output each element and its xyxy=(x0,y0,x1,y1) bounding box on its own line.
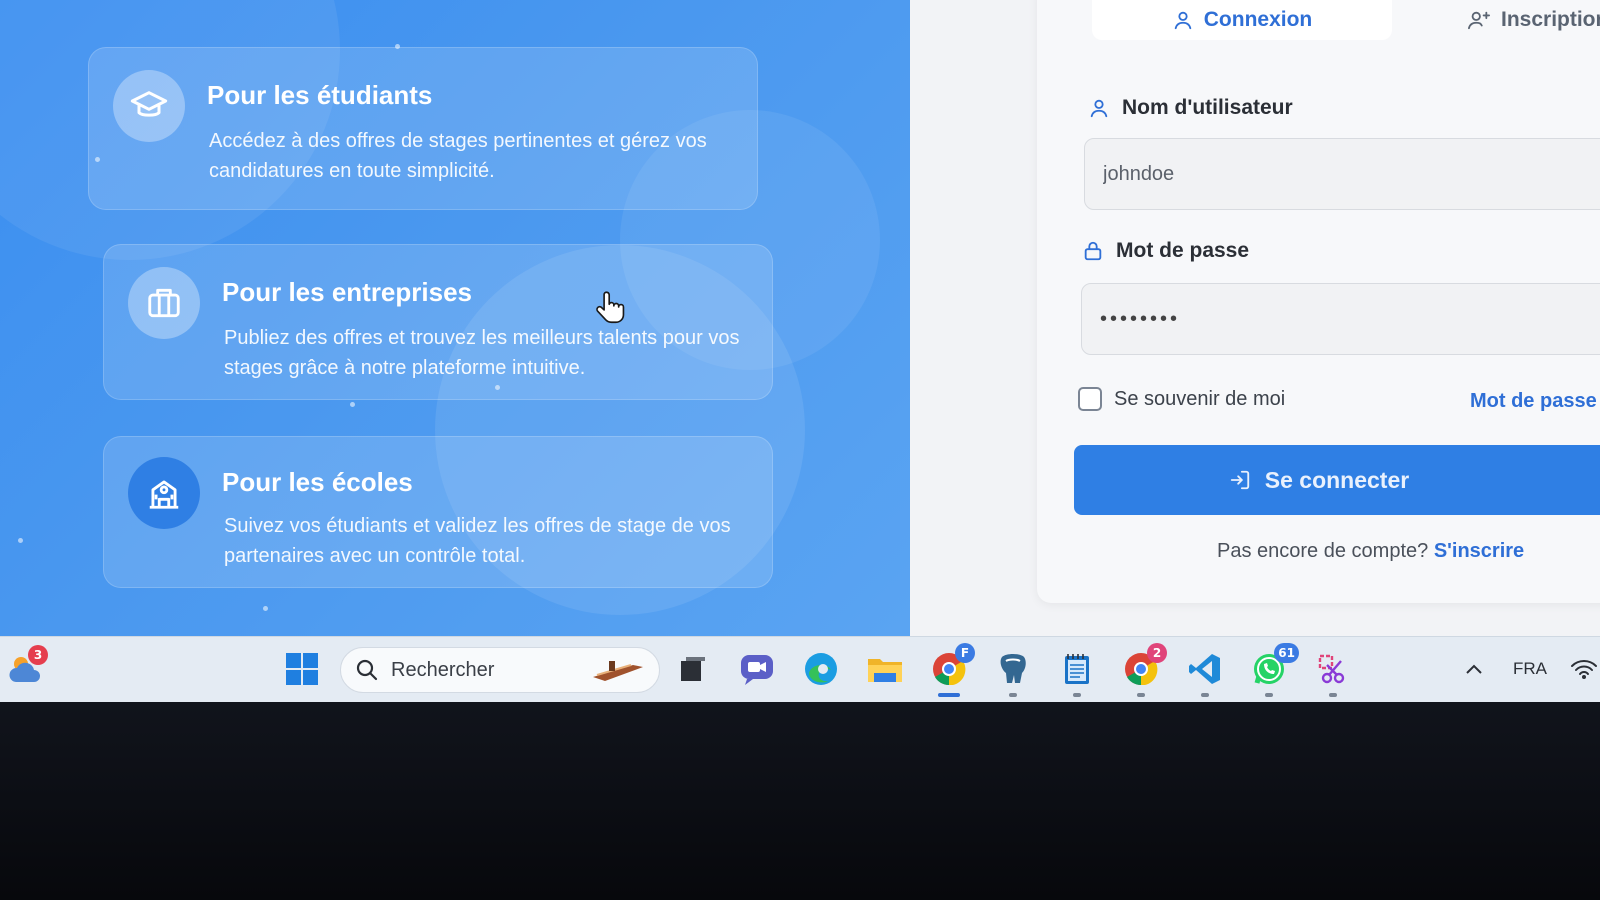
taskbar-search[interactable]: Rechercher xyxy=(340,647,660,693)
lock-icon xyxy=(1084,241,1102,261)
taskbar: 3 Rechercher F 2 61 FRA xyxy=(0,636,1600,702)
briefcase-icon xyxy=(148,288,180,318)
feature-icon-wrap xyxy=(113,70,185,142)
feature-title: Pour les entreprises xyxy=(222,277,472,307)
remember-checkbox[interactable] xyxy=(1078,387,1102,411)
task-view-icon xyxy=(681,657,705,681)
tray-wifi[interactable] xyxy=(1560,645,1600,693)
no-account-text: Pas encore de compte? xyxy=(1217,540,1429,562)
taskbar-app-vscode[interactable] xyxy=(1181,645,1229,697)
auth-panel: Connexion Inscription Nom d'utilisateur … xyxy=(1037,0,1600,603)
taskbar-app-notepad[interactable] xyxy=(1053,645,1101,697)
feature-title: Pour les étudiants xyxy=(207,80,433,110)
decor-dot xyxy=(350,402,355,407)
feature-card-students: Pour les étudiants Accédez à des offres … xyxy=(88,47,758,210)
notepad-icon xyxy=(1065,654,1089,684)
user-icon xyxy=(1174,11,1191,30)
login-button[interactable]: Se connecter xyxy=(1074,445,1600,515)
decor-dot xyxy=(18,538,23,543)
video-chat-icon xyxy=(741,655,773,685)
taskbar-app-meet[interactable] xyxy=(733,645,781,693)
search-placeholder: Rechercher xyxy=(391,658,495,681)
start-button[interactable] xyxy=(278,645,326,693)
snipping-scissors-icon xyxy=(1318,654,1345,684)
login-button-label: Se connecter xyxy=(1264,466,1410,493)
taskbar-app-postgres[interactable] xyxy=(989,645,1037,697)
password-label: Mot de passe xyxy=(1082,239,1249,263)
wifi-icon xyxy=(1571,660,1597,679)
folder-icon xyxy=(868,659,902,682)
active-indicator xyxy=(938,693,960,697)
search-icon xyxy=(356,659,378,681)
vscode-icon xyxy=(1189,654,1220,684)
remember-me[interactable]: Se souvenir de moi xyxy=(1078,387,1285,411)
chrome2-badge: 2 xyxy=(1147,643,1167,663)
running-indicator xyxy=(1201,693,1209,697)
taskbar-app-whatsapp[interactable]: 61 xyxy=(1245,643,1299,697)
edge-browser-icon xyxy=(805,653,837,685)
taskbar-weather[interactable]: 3 xyxy=(2,645,50,693)
hero-panel: Pour les étudiants Accédez à des offres … xyxy=(0,0,910,636)
taskbar-app-edge[interactable] xyxy=(797,645,845,693)
windows-logo-icon xyxy=(286,653,318,685)
feature-card-schools: Pour les écoles Suivez vos étudiants et … xyxy=(103,436,773,588)
feature-description: Suivez vos étudiants et validez les offr… xyxy=(224,515,731,567)
elephant-db-icon xyxy=(1000,654,1026,683)
user-icon xyxy=(1090,99,1108,118)
username-label: Nom d'utilisateur xyxy=(1088,96,1293,120)
school-building-icon xyxy=(149,480,179,509)
language-indicator[interactable]: FRA xyxy=(1513,659,1547,679)
feature-card-companies: Pour les entreprises Publiez des offres … xyxy=(103,244,773,400)
hand-cursor-icon xyxy=(596,291,625,324)
decor-dot xyxy=(263,606,268,611)
password-label-text: Mot de passe xyxy=(1116,239,1250,262)
tray-overflow-button[interactable] xyxy=(1450,645,1498,693)
chevron-up-icon xyxy=(1466,664,1482,674)
running-indicator xyxy=(1009,693,1017,697)
running-indicator xyxy=(1073,693,1081,697)
feature-description: Accédez à des offres de stages pertinent… xyxy=(209,130,707,182)
tab-register[interactable]: Inscription xyxy=(1467,0,1600,40)
screen: Pour les étudiants Accédez à des offres … xyxy=(0,0,1600,702)
password-input[interactable] xyxy=(1081,283,1600,355)
weather-badge: 3 xyxy=(28,645,48,665)
taskbar-app-chrome-2[interactable]: 2 xyxy=(1117,643,1167,697)
search-highlight-icon xyxy=(593,661,643,681)
user-plus-icon xyxy=(1467,11,1490,30)
whatsapp-badge: 61 xyxy=(1274,643,1299,663)
graduation-cap-icon xyxy=(130,91,168,117)
feature-title: Pour les écoles xyxy=(222,467,413,497)
task-view-button[interactable] xyxy=(669,645,717,693)
auth-tabs: Connexion Inscription xyxy=(1037,0,1600,40)
taskbar-app-snipping-tool[interactable] xyxy=(1309,645,1357,697)
feature-icon-wrap xyxy=(128,267,200,339)
tab-login[interactable]: Connexion xyxy=(1092,0,1392,40)
forgot-password-link[interactable]: Mot de passe xyxy=(1470,390,1597,413)
chrome-profile-badge: F xyxy=(955,643,975,663)
remember-label: Se souvenir de moi xyxy=(1114,387,1286,410)
login-arrow-icon xyxy=(1230,470,1249,490)
tab-register-label: Inscription xyxy=(1501,8,1600,31)
signup-link[interactable]: S'inscrire xyxy=(1434,540,1524,562)
signup-prompt: Pas encore de compte? S'inscrire xyxy=(1217,540,1524,563)
feature-description: Publiez des offres et trouvez les meille… xyxy=(224,327,740,379)
running-indicator xyxy=(1137,693,1145,697)
monitor-bezel xyxy=(0,702,1600,900)
username-label-text: Nom d'utilisateur xyxy=(1122,96,1293,119)
taskbar-app-chrome[interactable]: F xyxy=(925,643,975,697)
feature-icon-wrap xyxy=(128,457,200,529)
running-indicator xyxy=(1265,693,1273,697)
taskbar-app-file-explorer[interactable] xyxy=(861,645,909,693)
tab-login-label: Connexion xyxy=(1203,8,1313,31)
running-indicator xyxy=(1329,693,1337,697)
username-input[interactable] xyxy=(1084,138,1600,210)
